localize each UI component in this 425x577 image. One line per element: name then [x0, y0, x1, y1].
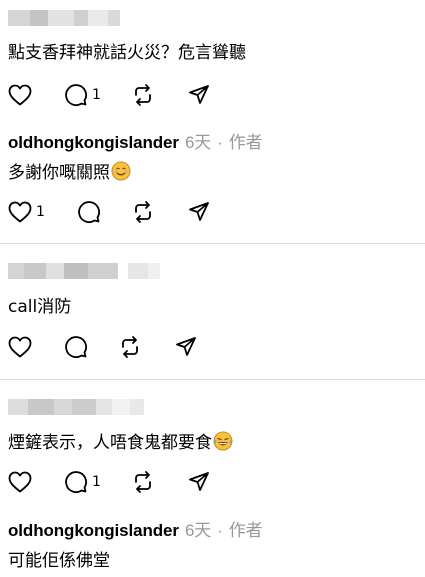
like-button[interactable] [8, 334, 32, 360]
comment-text: 可能佢係佛堂 [8, 551, 110, 571]
repost-button[interactable] [132, 469, 154, 495]
like-button[interactable]: 1 [8, 199, 45, 225]
comment-divider [0, 243, 425, 244]
username-text[interactable]: oldhongkongislander [8, 133, 179, 152]
blurred-username[interactable] [8, 399, 144, 415]
share-button[interactable] [188, 199, 210, 225]
username-text[interactable]: oldhongkongislander [8, 521, 179, 540]
reply-count: 1 [92, 87, 101, 103]
heart-icon [8, 84, 32, 106]
repost-icon [135, 84, 151, 106]
comment-text: 多謝你嘅關照 [8, 158, 131, 186]
share-icon [189, 85, 209, 104]
reply-button[interactable] [64, 334, 88, 360]
comment-text: 點支香拜神就話火災？危言聳聽 [8, 43, 246, 63]
like-button[interactable] [8, 82, 32, 108]
blurred-username[interactable] [8, 10, 120, 26]
repost-icon [122, 336, 138, 358]
timestamp: 6天 [184, 133, 212, 152]
comment-text: 煙鏟表示，人唔食鬼都要食 [8, 428, 233, 456]
author-username[interactable]: oldhongkongislander 6天 · 作者 [8, 128, 263, 153]
share-icon [189, 472, 209, 491]
comment-icon [78, 201, 100, 223]
comment-icon [65, 84, 87, 106]
share-button[interactable] [188, 469, 210, 495]
comment-icon [65, 336, 87, 358]
blurred-username[interactable] [8, 263, 160, 279]
laughing-tears-icon [213, 431, 233, 456]
repost-icon [135, 471, 151, 493]
smiling-face-icon [111, 161, 131, 186]
heart-icon [8, 471, 32, 493]
meta-separator: · [217, 521, 223, 540]
share-icon [189, 202, 209, 221]
author-username[interactable]: oldhongkongislander 6天 · 作者 [8, 516, 263, 541]
repost-button[interactable] [132, 82, 154, 108]
repost-icon [135, 201, 151, 223]
heart-icon [8, 201, 32, 223]
reply-button[interactable] [77, 199, 101, 225]
heart-icon [8, 336, 32, 358]
reply-button[interactable]: 1 [64, 82, 101, 108]
timestamp: 6天 [184, 521, 212, 540]
author-badge: 作者 [228, 521, 263, 540]
author-badge: 作者 [228, 133, 263, 152]
comment-text-content: 多謝你嘅關照 [8, 163, 110, 183]
repost-button[interactable] [119, 334, 141, 360]
meta-separator: · [217, 133, 223, 152]
share-button[interactable] [188, 82, 210, 108]
comment-text: call消防 [8, 297, 72, 317]
comment-divider [0, 379, 425, 380]
comment-icon [65, 471, 87, 493]
repost-button[interactable] [132, 199, 154, 225]
reply-button[interactable]: 1 [64, 469, 101, 495]
share-icon [176, 337, 196, 356]
like-count: 1 [36, 204, 45, 220]
like-button[interactable] [8, 469, 32, 495]
comment-text-content: 煙鏟表示，人唔食鬼都要食 [8, 433, 212, 453]
share-button[interactable] [175, 334, 197, 360]
reply-count: 1 [92, 474, 101, 490]
